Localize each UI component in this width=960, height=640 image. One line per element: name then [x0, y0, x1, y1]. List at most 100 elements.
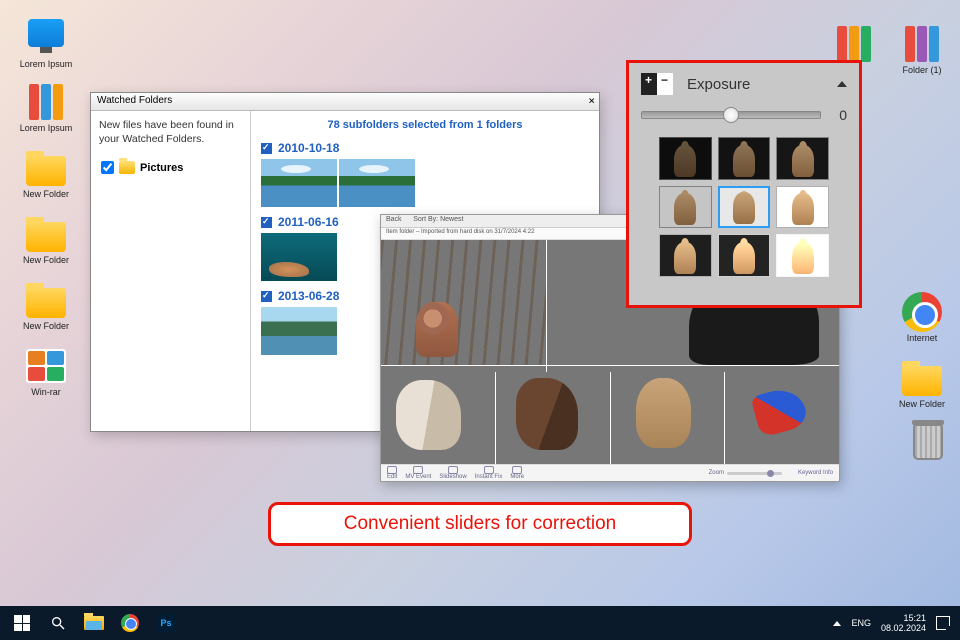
folder-name: Pictures: [140, 162, 183, 174]
binders-icon: [26, 82, 66, 122]
tray-overflow-icon[interactable]: [833, 621, 841, 626]
exposure-icon: [641, 73, 673, 95]
instantfix-button[interactable]: Instant Fix: [475, 466, 503, 480]
caption-text: Convenient sliders for correction: [344, 513, 616, 535]
search-icon: [50, 615, 66, 631]
collapse-caret-icon[interactable]: [837, 81, 847, 87]
folder-tree-item[interactable]: Pictures: [99, 158, 242, 177]
gallery-photo[interactable]: [381, 372, 495, 464]
chrome-icon: [121, 614, 139, 632]
thumbnail[interactable]: [261, 233, 337, 281]
icon-label: New Folder: [18, 190, 74, 200]
exposure-preview-grid: [659, 137, 829, 277]
viewer-bottom-toolbar: Edit MV Event Slideshow Instant Fix More…: [381, 464, 839, 481]
icon-label: Win-rar: [18, 388, 74, 398]
slider-knob[interactable]: [723, 107, 739, 123]
icon-label: New Folder: [18, 322, 74, 332]
chrome-icon: [902, 292, 942, 332]
taskbar-clock[interactable]: 15:21 08.02.2024: [881, 613, 926, 634]
exposure-preset[interactable]: [776, 137, 829, 180]
check-icon: [261, 291, 272, 302]
windows-icon: [14, 615, 30, 631]
winrar-icon: [26, 349, 66, 383]
exposure-preset[interactable]: [718, 234, 771, 277]
desktop-icon-trash[interactable]: [900, 422, 956, 464]
viewer-subtitle: Item folder – Imported from hard disk on…: [386, 229, 534, 238]
language-indicator[interactable]: ENG: [851, 618, 871, 628]
exposure-value: 0: [833, 107, 847, 123]
taskbar-chrome[interactable]: [112, 606, 148, 640]
desktop-icon-folder[interactable]: New Folder: [18, 214, 74, 266]
exposure-preset[interactable]: [659, 234, 712, 277]
gallery-photo[interactable]: [725, 372, 839, 464]
zoom-slider[interactable]: [727, 472, 782, 475]
start-button[interactable]: [4, 606, 40, 640]
check-icon: [261, 217, 272, 228]
gallery-photo[interactable]: [381, 240, 546, 365]
icon-label: Internet: [894, 334, 950, 344]
more-button[interactable]: More: [510, 466, 524, 480]
exposure-preset[interactable]: [776, 186, 829, 229]
thumbnail[interactable]: [339, 159, 415, 207]
zoom-label: Zoom: [709, 470, 724, 476]
notification-icon[interactable]: [936, 616, 950, 630]
exposure-slider[interactable]: [641, 111, 821, 119]
thumbnail[interactable]: [261, 159, 337, 207]
taskbar-search[interactable]: [40, 606, 76, 640]
clock-time: 15:21: [881, 613, 926, 623]
folder-icon: [26, 156, 66, 186]
desktop-icon-chrome[interactable]: Internet: [894, 292, 950, 344]
pc-icon: [28, 19, 64, 47]
slideshow-button[interactable]: Slideshow: [439, 466, 466, 480]
taskbar-photoshop[interactable]: Ps: [148, 606, 184, 640]
keywords-button[interactable]: Keyword Info: [798, 470, 833, 476]
close-button[interactable]: ×: [588, 94, 595, 107]
icon-label: Lorem Ipsum: [18, 60, 74, 70]
date-group-header[interactable]: 2010-10-18: [261, 141, 589, 155]
back-button[interactable]: Back: [386, 216, 402, 223]
trash-icon: [913, 424, 943, 460]
thumbnail[interactable]: [261, 307, 337, 355]
desktop-icon-folder[interactable]: New Folder: [894, 358, 950, 410]
icon-label: Lorem Ipsum: [18, 124, 74, 134]
desktop-icon-folder[interactable]: New Folder: [18, 280, 74, 332]
exposure-preset[interactable]: [659, 186, 712, 229]
annotation-caption: Convenient sliders for correction: [268, 502, 692, 546]
desktop-icon-winrar[interactable]: Win-rar: [18, 346, 74, 398]
exposure-preset[interactable]: [776, 234, 829, 277]
folder-icon: [26, 288, 66, 318]
icon-label: New Folder: [894, 400, 950, 410]
mvevent-button[interactable]: MV Event: [405, 466, 431, 480]
desktop-icon-binders[interactable]: Folder (1): [894, 24, 950, 76]
binders-icon: [902, 24, 942, 64]
clock-date: 08.02.2024: [881, 623, 926, 633]
window-titlebar[interactable]: Watched Folders ×: [91, 93, 599, 111]
desktop-icon-pc[interactable]: Lorem Ipsum: [18, 18, 74, 70]
sortby-label: Sort By:: [413, 216, 438, 223]
photoshop-icon: Ps: [157, 614, 175, 632]
taskbar-explorer[interactable]: [76, 606, 112, 640]
edit-button[interactable]: Edit: [387, 466, 397, 480]
gallery-photo[interactable]: [611, 372, 725, 464]
desktop-icon-binders[interactable]: Lorem Ipsum: [18, 82, 74, 134]
exposure-title: Exposure: [687, 76, 823, 93]
binders-icon: [834, 24, 874, 64]
folder-checkbox[interactable]: [101, 161, 114, 174]
icon-label: Folder (1): [894, 66, 950, 76]
gallery-photo[interactable]: [496, 372, 610, 464]
exposure-preset[interactable]: [718, 137, 771, 180]
sidebar-message: New files have been found in your Watche…: [99, 119, 242, 146]
window-title: Watched Folders: [97, 95, 172, 106]
watched-sidebar: New files have been found in your Watche…: [91, 111, 251, 431]
folder-icon: [119, 161, 135, 174]
desktop-icon-folder[interactable]: New Folder: [18, 148, 74, 200]
check-icon: [261, 143, 272, 154]
explorer-icon: [84, 616, 104, 630]
taskbar: Ps ENG 15:21 08.02.2024: [0, 606, 960, 640]
exposure-panel: Exposure 0: [626, 60, 862, 308]
exposure-preset-selected[interactable]: [718, 186, 771, 229]
sort-dropdown[interactable]: Newest: [440, 216, 463, 223]
selection-header: 78 subfolders selected from 1 folders: [261, 119, 589, 131]
system-tray: ENG 15:21 08.02.2024: [833, 613, 956, 634]
exposure-preset[interactable]: [659, 137, 712, 180]
